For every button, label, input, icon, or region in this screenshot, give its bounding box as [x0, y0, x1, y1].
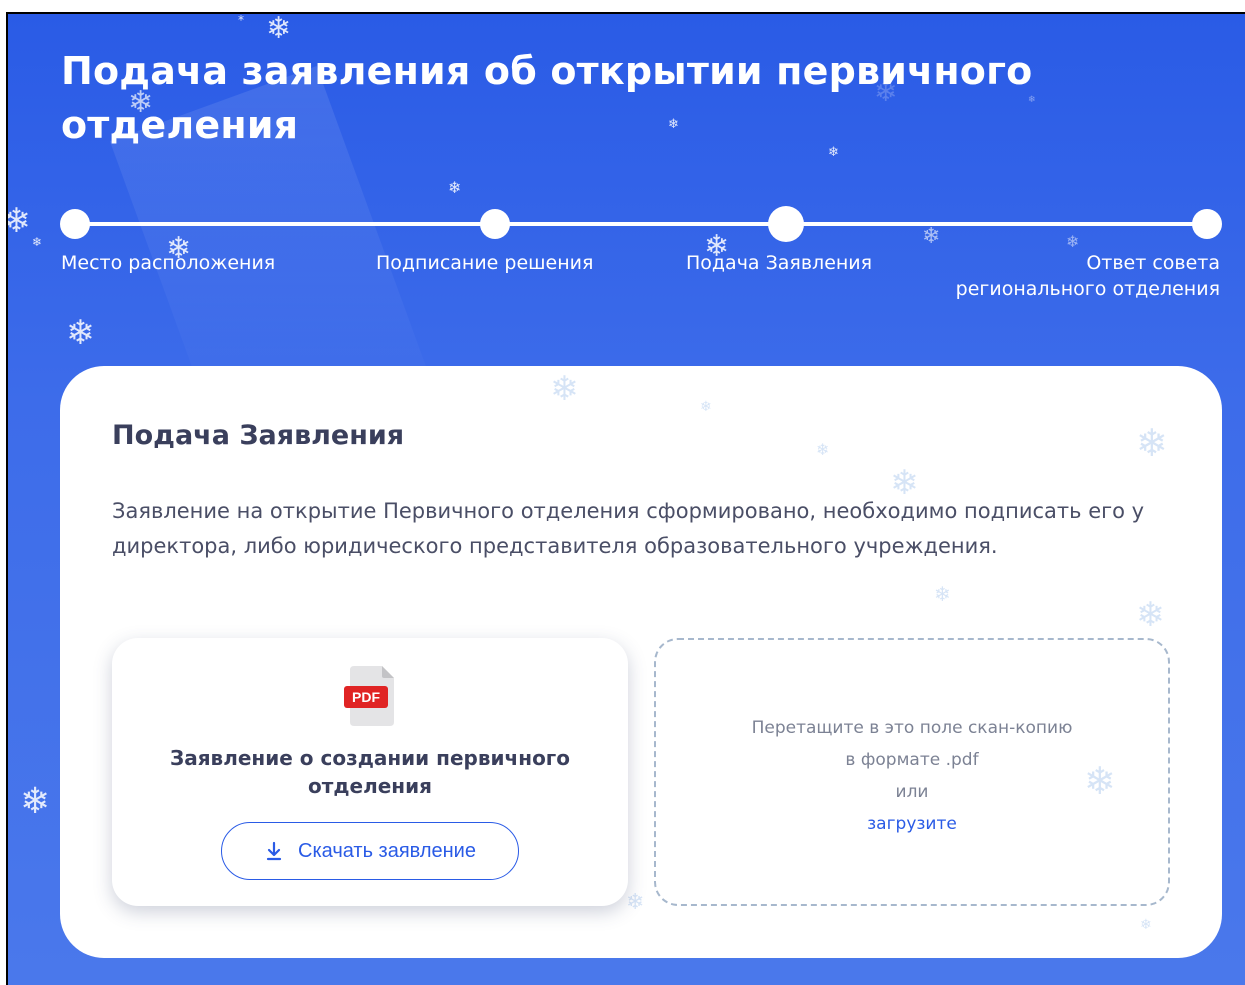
snowflake-icon: ❄ [20, 781, 51, 822]
file-drop-zone[interactable]: Перетащите в это поле скан-копию в форма… [654, 638, 1170, 906]
card-description: Заявление на открытие Первичного отделен… [112, 499, 1145, 558]
step-4-dot[interactable] [1192, 209, 1222, 239]
step-4-label[interactable]: Ответ совета регионального отделения [956, 250, 1220, 302]
snowflake-icon: ❄ [626, 890, 645, 915]
step-3-dot-active[interactable] [768, 206, 804, 242]
document-title: Заявление о создании первичного отделени… [170, 746, 570, 798]
drop-zone-line2: в формате .pdf [845, 750, 979, 770]
step-2-dot[interactable] [480, 209, 510, 239]
snowflake-icon: ❄ [8, 204, 31, 238]
snowflake-icon: ❄ [700, 399, 712, 415]
stepper-track [78, 222, 1208, 226]
snowflake-icon: ❄ [550, 369, 579, 409]
card-title: Подача Заявления [112, 420, 405, 451]
snowflake-icon: ❄ [922, 224, 941, 249]
snowflake-icon: ❄ [32, 235, 43, 249]
page-title: Подача заявления об открытии первичного … [61, 49, 1033, 147]
step-4-label-line2: регионального отделения [955, 278, 1220, 300]
snowflake-icon: * [238, 13, 244, 27]
snowflake-icon: ❄ [1140, 917, 1152, 933]
snowflake-icon: ❄ [266, 12, 292, 46]
application-card: ❄ ❄ ❄ ❄ ❄ ❄ ❄ ❄ ❄ ❄ ❄ Подача Заявления З… [60, 366, 1222, 958]
step-1-dot[interactable] [60, 209, 90, 239]
snowflake-icon: ❄ [448, 178, 462, 197]
step-3-label[interactable]: Подача Заявления [686, 250, 872, 276]
step-4-label-line1: Ответ совета [1086, 252, 1220, 274]
download-button-label: Скачать заявление [298, 839, 476, 862]
snowflake-icon: ❄ [66, 313, 95, 353]
pdf-file-icon: PDF [344, 666, 394, 726]
pdf-icon-label: PDF [352, 689, 380, 705]
snowflake-icon: ❄ [1066, 232, 1080, 251]
snowflake-icon: ❄ [1136, 421, 1168, 465]
drop-zone-line3: или [895, 782, 929, 802]
step-2-label[interactable]: Подписание решения [376, 250, 593, 276]
page-background: ❄ * ❄ ❄ ❄ ❄ ❄ ❄ ❄ ❄ ❄ ❄ ❄ ❄ ❄ ❄ Подача з… [6, 12, 1245, 985]
drop-zone-instructions: Перетащите в это поле скан-копию в форма… [656, 712, 1168, 840]
snowflake-icon: ❄ [816, 440, 830, 459]
download-application-button[interactable]: Скачать заявление [221, 822, 519, 880]
step-1-label[interactable]: Место расположения [61, 250, 275, 276]
snowflake-icon: ❄ [934, 582, 951, 606]
snowflake-icon: ❄ [1136, 595, 1165, 635]
document-panel: PDF Заявление о создании первичного отде… [112, 638, 628, 906]
download-icon [266, 841, 282, 861]
upload-link[interactable]: загрузите [656, 808, 1168, 840]
drop-zone-line1: Перетащите в это поле скан-копию [751, 718, 1073, 738]
